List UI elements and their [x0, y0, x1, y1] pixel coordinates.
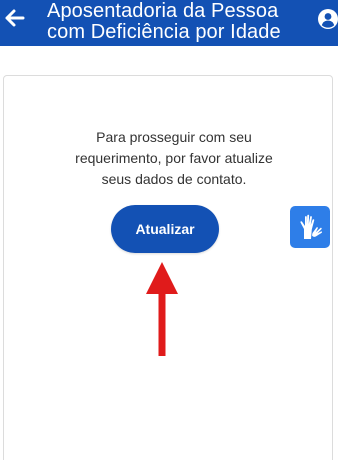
back-button[interactable] — [3, 7, 25, 29]
profile-button[interactable] — [318, 9, 338, 29]
page-title: Aposentadoria da Pessoa com Deficiência … — [47, 0, 281, 43]
vlibras-accessibility-button[interactable] — [290, 206, 330, 248]
update-contact-message: Para prosseguir com seu requerimento, po… — [75, 129, 273, 187]
update-button[interactable]: Atualizar — [111, 205, 219, 253]
arrow-left-icon — [5, 9, 25, 27]
app-header: Aposentadoria da Pessoa com Deficiência … — [0, 0, 338, 46]
sign-language-hands-icon — [300, 214, 323, 239]
screen: Aposentadoria da Pessoa com Deficiência … — [0, 0, 338, 460]
user-circle-icon — [318, 9, 338, 29]
red-arrow-up-icon — [146, 262, 178, 356]
